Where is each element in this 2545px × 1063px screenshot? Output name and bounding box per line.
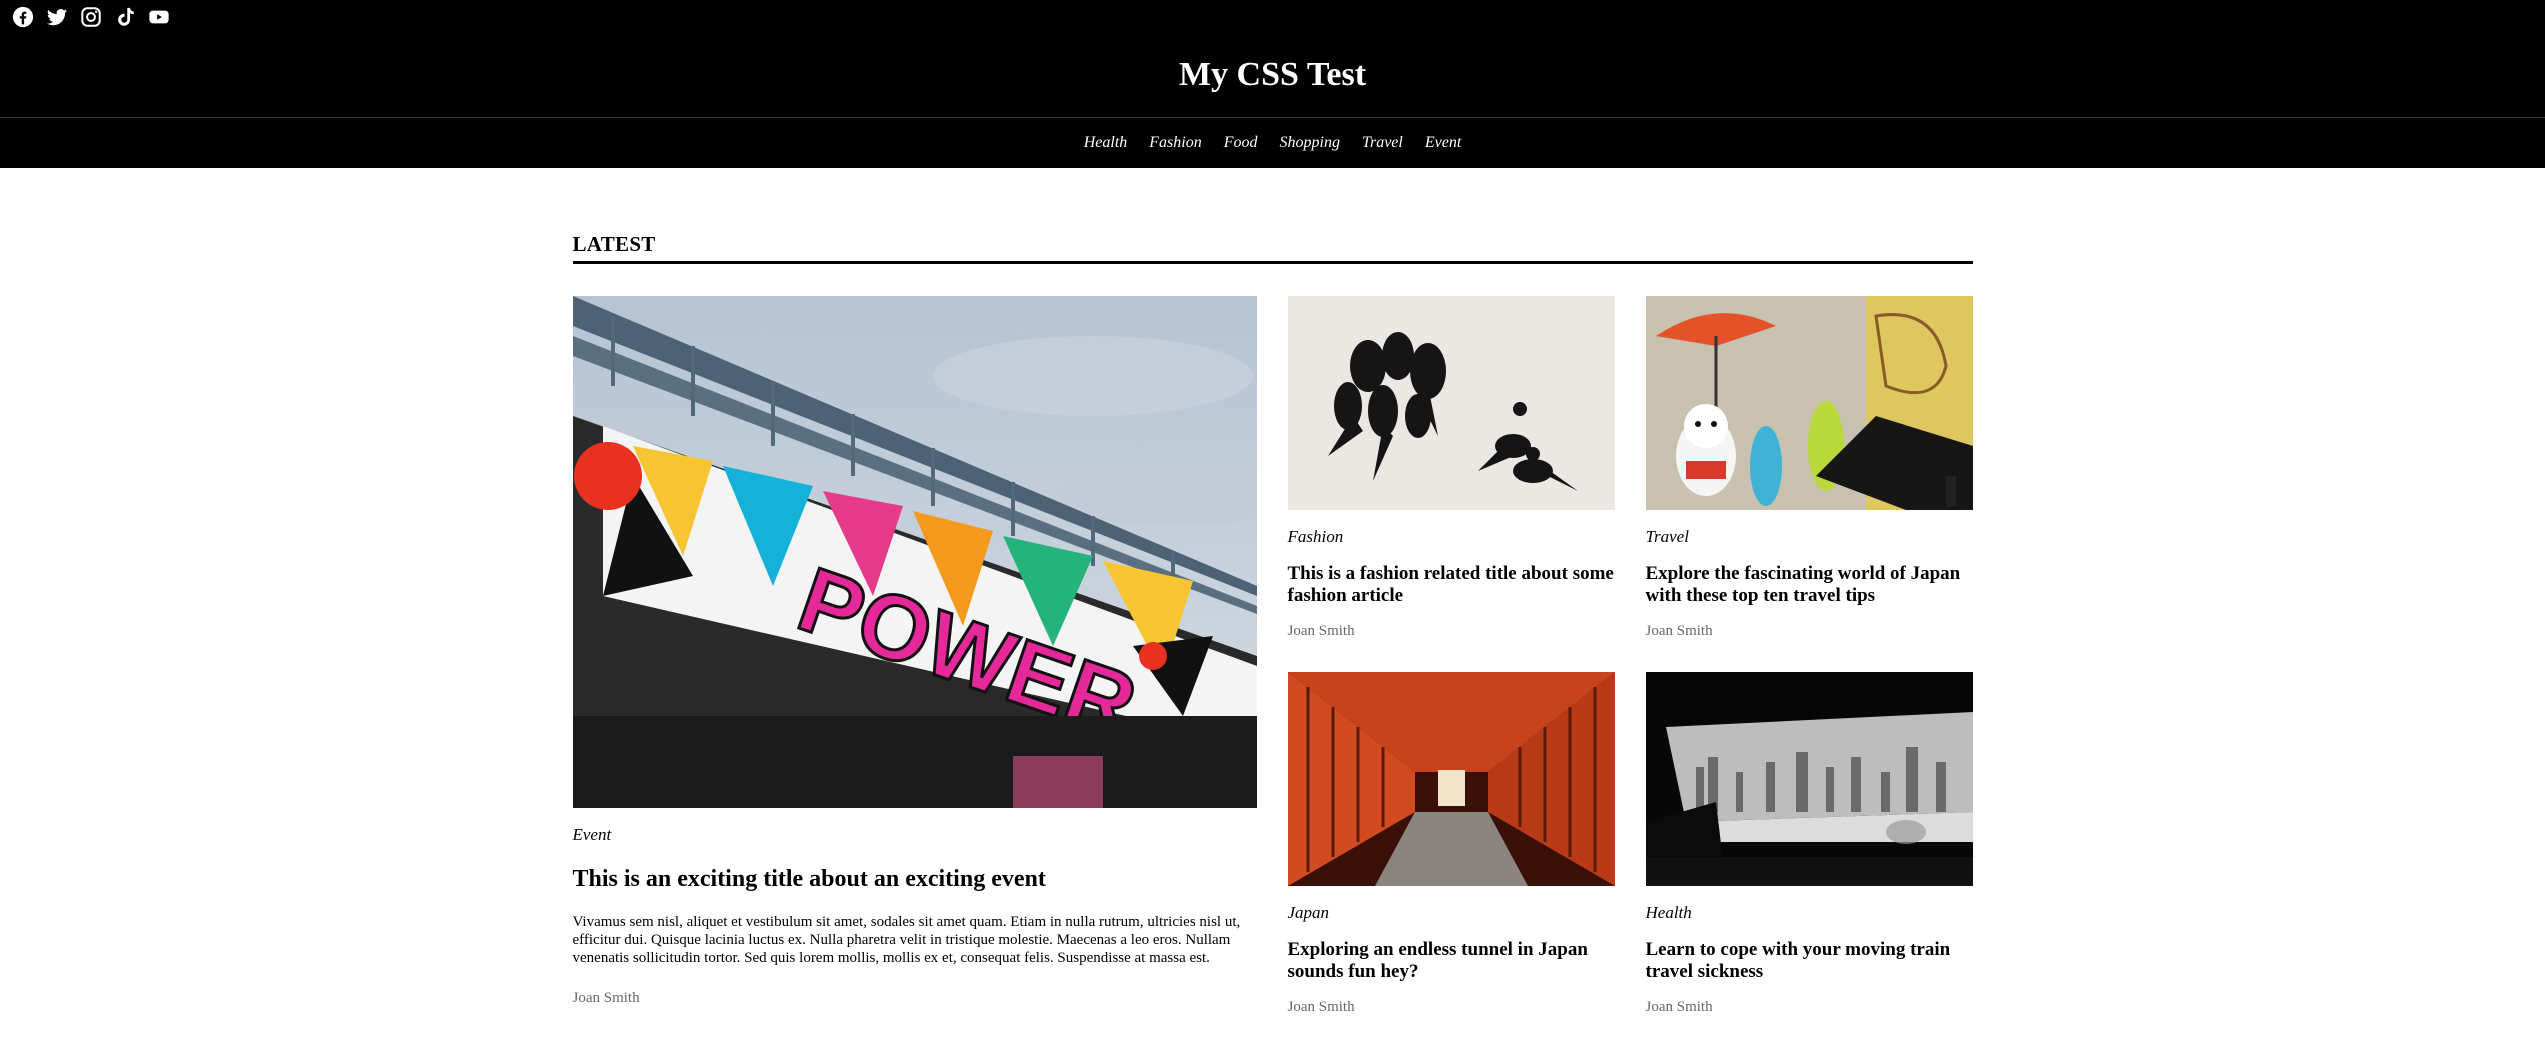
social-links [12, 6, 170, 28]
card-title[interactable]: Learn to cope with your moving train tra… [1646, 939, 1973, 983]
article-card: Fashion This is a fashion related title … [1287, 296, 1615, 640]
youtube-icon[interactable] [148, 6, 170, 28]
card-category[interactable]: Japan [1288, 903, 1615, 923]
article-image-torii-tunnel[interactable] [1287, 672, 1615, 886]
card-category[interactable]: Travel [1646, 527, 1973, 547]
card-author[interactable]: Joan Smith [1646, 623, 1973, 640]
card-title[interactable]: Exploring an endless tunnel in Japan sou… [1288, 939, 1615, 983]
nav-item-event[interactable]: Event [1425, 134, 1461, 152]
article-image-train-window[interactable] [1645, 672, 1973, 886]
card-author[interactable]: Joan Smith [1288, 999, 1615, 1016]
article-card: Japan Exploring an endless tunnel in Jap… [1287, 672, 1615, 1016]
feature-author[interactable]: Joan Smith [573, 990, 1257, 1007]
nav-item-fashion[interactable]: Fashion [1149, 134, 1201, 152]
main-content: LATEST POWER Event This is an exciting t… [572, 232, 1973, 1016]
nav-item-travel[interactable]: Travel [1362, 134, 1403, 152]
article-card: Health Learn to cope with your moving tr… [1645, 672, 1973, 1016]
card-column-2: Travel Explore the fascinating world of … [1645, 296, 1973, 1016]
card-category[interactable]: Fashion [1288, 527, 1615, 547]
feature-title[interactable]: This is an exciting title about an excit… [573, 865, 1257, 893]
feature-article: POWER Event This is an exciting title ab… [572, 296, 1257, 1016]
feature-excerpt: Vivamus sem nisl, aliquet et vestibulum … [572, 914, 1241, 966]
article-image-japan-mat[interactable] [1645, 296, 1973, 510]
twitter-icon[interactable] [46, 6, 68, 28]
site-header: My CSS Test [0, 0, 2545, 118]
article-image-crows[interactable] [1287, 296, 1615, 510]
instagram-icon[interactable] [80, 6, 102, 28]
card-category[interactable]: Health [1646, 903, 1973, 923]
feature-image[interactable]: POWER [572, 296, 1257, 808]
facebook-icon[interactable] [12, 6, 34, 28]
card-title[interactable]: This is a fashion related title about so… [1288, 563, 1615, 607]
feature-category[interactable]: Event [573, 825, 1257, 845]
card-title[interactable]: Explore the fascinating world of Japan w… [1646, 563, 1973, 607]
nav-item-food[interactable]: Food [1224, 134, 1258, 152]
site-title[interactable]: My CSS Test [0, 56, 2545, 94]
nav-item-shopping[interactable]: Shopping [1280, 134, 1340, 152]
latest-grid: POWER Event This is an exciting title ab… [572, 296, 1973, 1016]
card-author[interactable]: Joan Smith [1646, 999, 1973, 1016]
nav-item-health[interactable]: Health [1084, 134, 1128, 152]
article-card: Travel Explore the fascinating world of … [1645, 296, 1973, 640]
section-heading-latest: LATEST [572, 232, 1973, 264]
tiktok-icon[interactable] [114, 6, 136, 28]
main-nav: Health Fashion Food Shopping Travel Even… [0, 118, 2545, 168]
card-author[interactable]: Joan Smith [1288, 623, 1615, 640]
card-column-1: Fashion This is a fashion related title … [1287, 296, 1615, 1016]
